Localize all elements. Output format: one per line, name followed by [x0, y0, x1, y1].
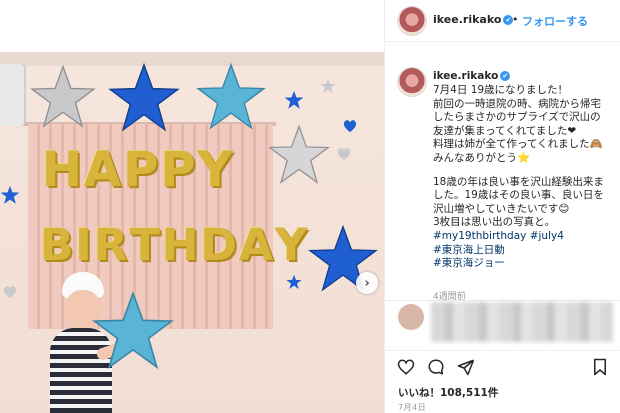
bookmark-icon[interactable] [591, 358, 609, 376]
separator-dot: • [512, 13, 519, 26]
caption-line: 18歳の年は良い事を沢山経験出来ま [433, 175, 604, 188]
avatar[interactable] [398, 68, 426, 96]
balloon-letter: Y [275, 220, 308, 271]
hashtag-line: #my19thbirthday #july4 [433, 230, 618, 244]
caption-line: 沢山増やしていきたいです😊 [433, 202, 570, 215]
post-sidebar: ikee.rikako ✔ • フォローする ikee.rikako ✔ 7月4日 … [385, 0, 620, 413]
share-icon[interactable] [457, 358, 475, 376]
balloon-letter: Y [197, 142, 233, 198]
post-photo[interactable]: H A P P Y B I R T H D A Y › [0, 52, 384, 413]
caption-line: 3枚目は思い出の写真と。 [433, 216, 556, 229]
heart-icon[interactable] [397, 358, 415, 376]
caption-line: 友達が集まってくれてました❤ [433, 124, 577, 137]
like-count[interactable]: いいね！108,511件 [398, 385, 498, 400]
silver-star-balloon [268, 124, 330, 186]
hashtag-link[interactable]: #東京海ジョー [433, 257, 618, 271]
follow-button[interactable]: フォローする [522, 13, 588, 29]
comment-row [385, 296, 620, 346]
small-blue-star [286, 274, 302, 290]
post-photo-pane: H A P P Y B I R T H D A Y › [0, 0, 384, 413]
caption-line: したらまさかのサプライズで沢山の [433, 111, 601, 124]
balloon-letter: B [40, 220, 74, 271]
hashtag-link[interactable]: #my19thbirthday [433, 230, 526, 242]
hashtag-link[interactable]: #july4 [530, 230, 564, 242]
light-blue-star-balloon [196, 62, 266, 132]
chevron-right-icon[interactable]: › [356, 272, 378, 294]
balloon-letter: H [42, 142, 83, 198]
small-silver-star [320, 78, 336, 94]
blue-star-balloon [108, 62, 180, 134]
hashtag-link[interactable]: #東京海上日動 [433, 244, 618, 258]
small-blue-star [284, 90, 304, 110]
avatar[interactable] [398, 304, 424, 330]
held-light-blue-star-balloon [92, 290, 174, 372]
balloon-letter: T [129, 220, 160, 271]
username-text[interactable]: ikee.rikako [433, 13, 501, 26]
divider [385, 350, 620, 351]
action-bar [385, 354, 620, 380]
verified-badge-icon: ✔ [500, 71, 511, 81]
balloon-letter: P [160, 142, 196, 198]
small-silver-heart [2, 284, 18, 300]
birthday-balloon-letters: B I R T H D A Y [40, 220, 307, 271]
balloon-letter: R [93, 220, 128, 271]
balloon-letter: H [161, 220, 199, 271]
header-username[interactable]: ikee.rikako ✔ [433, 13, 514, 26]
silver-star-balloon [30, 64, 96, 130]
small-blue-heart [342, 118, 358, 134]
balloon-letter: A [239, 220, 274, 271]
caption-line: した。19歳はその良い事、良い日を [433, 189, 604, 202]
post-date: 7月4日 [398, 403, 427, 412]
caption-line: みんなありがとう⭐ [433, 151, 531, 164]
caption-line: 料理は姉が全て作ってくれました🙈 [433, 138, 603, 151]
post-header: ikee.rikako ✔ • フォローする [385, 0, 620, 42]
balloon-letter: A [84, 142, 122, 198]
caption-username[interactable]: ikee.rikako ✔ [433, 70, 511, 82]
caption-text: 7月4日 19歳になりました！ 前回の一時退院の時、病院から帰宅 したらまさかの… [433, 84, 618, 271]
happy-balloon-letters: H A P P Y [42, 142, 232, 198]
caption-line: 7月4日 19歳になりました！ [433, 84, 569, 96]
comment-icon[interactable] [427, 358, 445, 376]
avatar[interactable] [398, 7, 426, 35]
balloon-letter: D [200, 220, 238, 271]
air-conditioner [0, 64, 26, 126]
username-text[interactable]: ikee.rikako [433, 70, 498, 82]
blurred-comment [431, 302, 613, 342]
balloon-letter: I [75, 220, 92, 271]
balloon-letter: P [123, 142, 159, 198]
small-silver-heart [336, 146, 352, 162]
blue-star-balloon-edge [0, 178, 20, 212]
caption-line: 前回の一時退院の時、病院から帰宅 [433, 97, 601, 110]
